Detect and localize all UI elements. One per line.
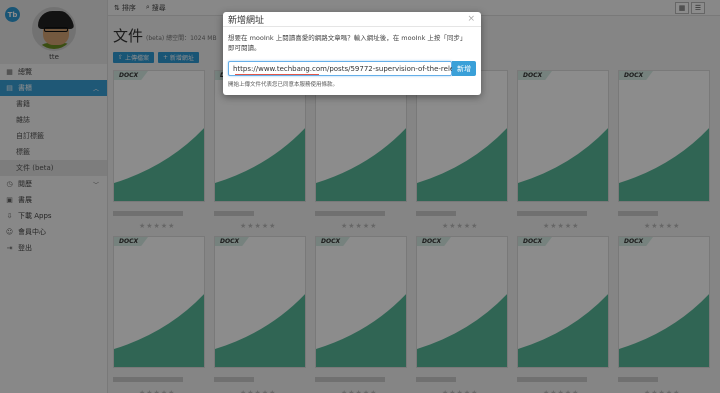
close-icon[interactable]: × bbox=[467, 14, 475, 24]
dialog-note: 開始上傳文件代表您已同意本服務使用條款。 bbox=[228, 82, 339, 88]
dialog-header: 新增網址 × bbox=[223, 12, 481, 27]
dialog-description: 想要在 mooInk 上閱讀喜愛的網路文章嗎？輸入網址後，在 mooInk 上按… bbox=[228, 34, 467, 52]
add-button[interactable]: 新增 bbox=[452, 61, 476, 76]
spellcheck-underline bbox=[235, 74, 319, 75]
dialog-title: 新增網址 bbox=[228, 15, 265, 26]
add-url-dialog: 新增網址 × 想要在 mooInk 上閱讀喜愛的網路文章嗎？輸入網址後，在 mo… bbox=[223, 12, 481, 95]
